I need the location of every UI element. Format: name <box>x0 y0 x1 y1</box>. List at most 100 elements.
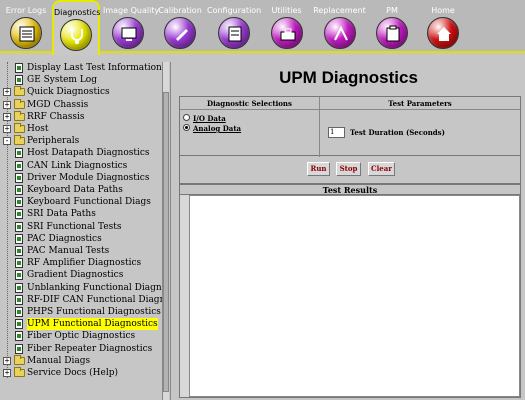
expand-toggle-icon[interactable]: + <box>3 125 11 133</box>
tab-label: Calibration <box>158 6 202 15</box>
tree-item-label: Driver Module Diagnostics <box>27 172 150 183</box>
tree-item[interactable]: PAC Diagnostics <box>0 233 162 245</box>
parameters-header: Test Parameters <box>320 97 520 110</box>
tab-label: Diagnostics <box>54 8 101 17</box>
list-icon[interactable] <box>10 17 42 49</box>
tree-item-label: SRI Data Paths <box>27 209 96 220</box>
tree-item[interactable]: PHPS Functional Diagnostics <box>0 306 162 318</box>
tree-item[interactable]: Display Last Test Information <box>0 62 162 74</box>
stop-button[interactable]: Stop <box>336 162 361 176</box>
tree-folder[interactable]: + RRF Chassis <box>0 110 162 123</box>
tree-item[interactable]: UPM Functional Diagnostics <box>0 318 162 331</box>
io-data-label[interactable]: I/O Data <box>193 114 226 123</box>
tab-calibration[interactable]: Calibration <box>155 0 205 53</box>
tree-item[interactable]: RF-DIF CAN Functional Diagnos <box>0 294 162 306</box>
io-data-radio[interactable] <box>183 114 190 121</box>
tab-diagnostics[interactable]: Diagnostics <box>52 0 100 55</box>
checklist-icon[interactable] <box>217 17 250 49</box>
expand-toggle-icon[interactable]: + <box>3 88 11 97</box>
analog-data-label[interactable]: Analog Data <box>193 124 241 133</box>
diagnostic-doc-icon <box>15 270 23 281</box>
tree-folder[interactable]: - Peripherals <box>0 135 162 147</box>
test-duration-input[interactable]: 1 <box>328 127 345 138</box>
tree-item[interactable]: SRI Functional Tests <box>0 221 162 233</box>
diagnostic-doc-icon <box>15 331 23 342</box>
toolbox-icon[interactable] <box>270 17 303 49</box>
tree-item[interactable]: GE System Log <box>0 74 162 86</box>
tree-item-label: RF Amplifier Diagnostics <box>27 258 142 269</box>
tree-item-label: UPM Functional Diagnostics <box>27 318 158 331</box>
test-results-panel: Test Results <box>179 184 521 398</box>
diagnostic-doc-icon <box>15 172 23 183</box>
tree-folder[interactable]: + Service Docs (Help) <box>0 367 162 379</box>
diagnostic-doc-icon <box>15 246 23 256</box>
tree-item[interactable]: Fiber Optic Diagnostics <box>0 330 162 342</box>
diagnostic-doc-icon <box>15 282 23 293</box>
folder-icon <box>14 135 25 146</box>
expand-toggle-icon[interactable]: + <box>3 356 11 365</box>
main-panel: UPM Diagnostics Diagnostic Selections Te… <box>170 62 525 400</box>
run-button[interactable]: Run <box>307 162 330 176</box>
tree-item[interactable]: Keyboard Functional Diags <box>0 196 162 208</box>
tree-item-label: Quick Diagnostics <box>27 87 110 98</box>
action-bar: Run Stop Clear <box>179 156 521 184</box>
diagnostic-doc-icon <box>15 233 23 244</box>
scrollbar-thumb[interactable] <box>163 92 169 392</box>
tab-label: PM <box>386 6 398 15</box>
tree-item[interactable]: CAN Link Diagnostics <box>0 160 162 172</box>
top-toolbar: Error Logs Diagnostics Image Quality Calibr… <box>0 0 525 55</box>
diagnostic-doc-icon <box>15 343 23 354</box>
test-duration-label: Test Duration (Seconds) <box>350 128 445 137</box>
tree-item-label: MGD Chassis <box>27 99 89 110</box>
tree-item[interactable]: Host Datapath Diagnostics <box>0 147 162 159</box>
tree-item-label: RF-DIF CAN Functional Diagnos <box>27 294 162 305</box>
tree-item[interactable]: Gradient Diagnostics <box>0 269 162 281</box>
tab-replacement[interactable]: Replacement <box>313 0 366 53</box>
tree-item[interactable]: RF Amplifier Diagnostics <box>0 257 162 269</box>
home-icon[interactable] <box>427 17 459 49</box>
tree-scrollbar[interactable] <box>162 62 169 400</box>
tree-item[interactable]: PAC Manual Tests <box>0 245 162 257</box>
swap-icon[interactable] <box>323 17 356 49</box>
tree-item-label: SRI Functional Tests <box>27 221 122 232</box>
tree-item-label: GE System Log <box>27 75 97 86</box>
stethoscope-icon[interactable] <box>60 19 92 51</box>
test-results-area[interactable] <box>189 195 520 397</box>
tree-item[interactable]: Keyboard Data Paths <box>0 184 162 196</box>
tree-folder[interactable]: + MGD Chassis <box>0 98 162 111</box>
tab-configuration[interactable]: Configuration <box>207 0 261 53</box>
tree-item[interactable]: Unblanking Functional Diagnostic <box>0 282 162 294</box>
image-monitor-icon[interactable] <box>112 17 144 49</box>
tree-item[interactable]: Driver Module Diagnostics <box>0 172 162 184</box>
expand-toggle-icon[interactable]: + <box>3 100 11 109</box>
diagnostic-doc-icon <box>15 148 23 159</box>
tab-error-logs[interactable]: Error Logs <box>2 0 50 53</box>
wrench-icon[interactable] <box>164 17 196 49</box>
expand-toggle-icon[interactable]: - <box>3 137 11 146</box>
selections-header: Diagnostic Selections <box>180 97 319 110</box>
tab-pm[interactable]: PM <box>368 0 416 53</box>
diagnostic-doc-icon <box>15 221 23 232</box>
tree-item-label: Host Datapath Diagnostics <box>27 148 150 159</box>
diagnostic-doc-icon <box>15 197 23 208</box>
tree-item-label: PAC Diagnostics <box>27 233 102 244</box>
tree-item-label: CAN Link Diagnostics <box>27 160 128 171</box>
folder-icon <box>14 367 25 377</box>
tab-home[interactable]: Home <box>418 0 468 53</box>
tab-image-quality[interactable]: Image Quality <box>103 0 159 53</box>
tree-item[interactable]: SRI Data Paths <box>0 208 162 220</box>
tree-item-label: PAC Manual Tests <box>27 246 110 256</box>
diagnostic-doc-icon <box>15 209 23 220</box>
tree-item[interactable]: Fiber Repeater Diagnostics <box>0 343 162 355</box>
expand-toggle-icon[interactable]: + <box>3 112 11 121</box>
tree-item-label: Fiber Repeater Diagnostics <box>27 343 153 354</box>
tree-folder[interactable]: + Host <box>0 123 162 135</box>
tab-utilities[interactable]: Utilities <box>262 0 311 53</box>
expand-toggle-icon[interactable]: + <box>3 369 11 377</box>
clipboard-icon[interactable] <box>376 17 408 49</box>
analog-data-radio[interactable] <box>183 124 190 131</box>
tree-folder[interactable]: + Quick Diagnostics <box>0 86 162 98</box>
page-title: UPM Diagnostics <box>279 68 418 87</box>
clear-button[interactable]: Clear <box>368 162 395 176</box>
tree-folder[interactable]: + Manual Diags <box>0 354 162 367</box>
